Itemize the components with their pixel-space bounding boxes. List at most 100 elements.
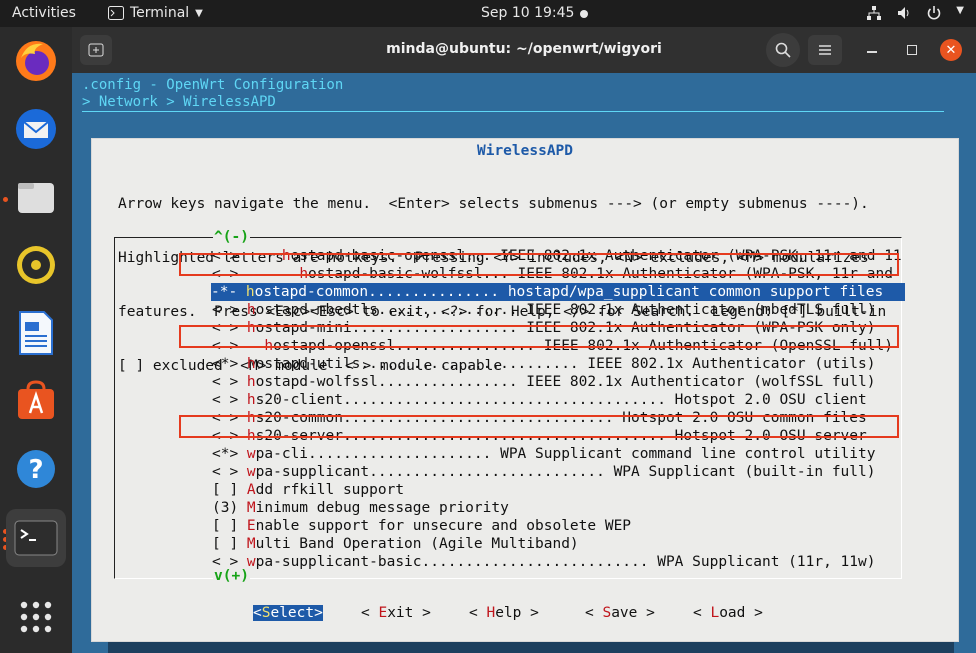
item-label: nable support for unsecure and obsolete …: [255, 518, 632, 534]
item-state: < >: [212, 392, 247, 408]
item-hotkey: A: [246, 482, 256, 498]
item-label: inimum debug message priority: [255, 500, 509, 516]
clock[interactable]: Sep 10 19:45: [481, 5, 574, 21]
help-icon[interactable]: ?: [12, 445, 60, 493]
software-center-icon[interactable]: [12, 377, 60, 425]
item-hotkey: M: [246, 500, 256, 516]
button-hk: E: [378, 605, 388, 621]
app-menu[interactable]: Terminal ▼: [108, 5, 203, 21]
running-indicator: [3, 197, 8, 202]
item-hotkey: h: [246, 356, 256, 372]
item-state: < >: [212, 464, 247, 480]
item-state: [ ]: [212, 518, 247, 534]
menu-item[interactable]: <*> hostapd-utils.......................…: [212, 355, 875, 373]
menu-item[interactable]: < > hostapd-mbedtls................ IEEE…: [212, 301, 875, 319]
rhythmbox-icon[interactable]: [12, 241, 60, 289]
button-post: oad >: [719, 605, 763, 621]
network-icon: [867, 6, 882, 20]
button-post: elect>: [270, 605, 323, 621]
menu-item[interactable]: [ ] Add rfkill support: [212, 481, 404, 499]
exit-button[interactable]: < Exit >: [361, 605, 431, 621]
scroll-up-indicator: ^(-): [213, 229, 250, 245]
button-pre: <: [469, 605, 487, 621]
power-icon: [928, 6, 941, 20]
button-hk: H: [486, 605, 496, 621]
item-hotkey: M: [246, 536, 256, 552]
item-state: <*>: [212, 446, 247, 462]
select-button[interactable]: <Select>: [253, 605, 323, 621]
button-post: ave >: [611, 605, 655, 621]
dock: ?: [0, 27, 72, 653]
minimize-button[interactable]: [856, 35, 888, 65]
top-bar: Activities Terminal ▼ Sep 10 19:45 ▼: [0, 0, 976, 27]
item-hotkey: E: [246, 518, 256, 534]
config-title: .config - OpenWrt Configuration: [82, 77, 344, 93]
notification-dot: [580, 10, 588, 18]
button-pre: <: [693, 605, 711, 621]
item-label: ostapd-wolfssl................ IEEE 802.…: [255, 374, 876, 390]
item-state: (3): [212, 500, 247, 516]
activities-button[interactable]: Activities: [12, 5, 76, 21]
item-label: pa-supplicant-basic.....................…: [255, 554, 876, 570]
libreoffice-writer-icon[interactable]: [12, 309, 60, 357]
maximize-button[interactable]: [896, 35, 928, 65]
header-divider: [82, 111, 944, 112]
item-state: < >: [212, 302, 247, 318]
terminal-app-icon: [108, 6, 124, 20]
button-pre: <: [253, 605, 262, 621]
load-button[interactable]: < Load >: [693, 605, 763, 621]
terminal-window: minda@ubuntu: ~/openwrt/wigyori ✕ .confi…: [72, 27, 976, 653]
button-pre: <: [361, 605, 379, 621]
volume-icon: [898, 7, 909, 19]
menu-item[interactable]: <*> wpa-cli..................... WPA Sup…: [212, 445, 875, 463]
menu-button[interactable]: [808, 35, 842, 65]
search-icon: [775, 42, 791, 58]
item-hotkey: w: [246, 464, 256, 480]
save-button[interactable]: < Save >: [585, 605, 655, 621]
files-icon[interactable]: [12, 173, 60, 221]
menu-item[interactable]: (3) Minimum debug message priority: [212, 499, 509, 517]
close-icon: ✕: [945, 42, 957, 58]
menuconfig-dialog: WirelessAPD Arrow keys navigate the menu…: [91, 138, 959, 642]
item-label: ulti Band Operation (Agile Multiband): [255, 536, 579, 552]
item-hotkey: w: [246, 446, 256, 462]
item-label: s20-client..............................…: [255, 392, 867, 408]
breadcrumb: > Network > WirelessAPD: [82, 94, 276, 110]
terminal-dock-icon[interactable]: [6, 509, 66, 567]
menu-item[interactable]: -*- hostapd-common............... hostap…: [211, 283, 905, 301]
menu-item[interactable]: [ ] Multi Band Operation (Agile Multiban…: [212, 535, 579, 553]
search-button[interactable]: [766, 33, 800, 67]
help-button[interactable]: < Help >: [469, 605, 539, 621]
item-label: ostapd-mbedtls................ IEEE 802.…: [255, 302, 876, 318]
hamburger-icon: [819, 45, 831, 55]
app-name: Terminal: [130, 5, 190, 21]
item-label: ostapd-utils......................... IE…: [255, 356, 876, 372]
show-applications-icon[interactable]: [12, 593, 60, 641]
thunderbird-icon[interactable]: [12, 105, 60, 153]
item-state: [ ]: [212, 536, 247, 552]
item-state: -*-: [211, 284, 246, 300]
firefox-icon[interactable]: [12, 37, 60, 85]
menu-item[interactable]: [ ] Enable support for unsecure and obso…: [212, 517, 631, 535]
menu-item[interactable]: < > hostapd-wolfssl................ IEEE…: [212, 373, 875, 391]
menu-item[interactable]: < > wpa-supplicant-basic................…: [212, 553, 875, 571]
item-hotkey: h: [246, 374, 256, 390]
close-button[interactable]: ✕: [940, 39, 962, 61]
button-hk: S: [602, 605, 612, 621]
chevron-down-icon: ▼: [956, 5, 964, 16]
menu-list[interactable]: ^(-) < > hostapd-basic-openssl... IEEE 8…: [114, 229, 905, 584]
button-hk: L: [710, 605, 720, 621]
terminal-content[interactable]: .config - OpenWrt Configuration > Networ…: [72, 73, 976, 653]
menu-item[interactable]: < > wpa-supplicant......................…: [212, 463, 875, 481]
menu-item[interactable]: < > hs20-client.........................…: [212, 391, 867, 409]
item-label: dd rfkill support: [255, 482, 405, 498]
svg-text:?: ?: [28, 455, 43, 485]
system-tray[interactable]: ▼: [866, 5, 964, 21]
item-state: [ ]: [212, 482, 247, 498]
button-post: xit >: [387, 605, 431, 621]
item-state: <*>: [212, 356, 247, 372]
button-post: elp >: [495, 605, 539, 621]
scroll-down-indicator: v(+): [213, 568, 250, 584]
title-bar[interactable]: minda@ubuntu: ~/openwrt/wigyori ✕: [72, 27, 976, 73]
item-state: < >: [212, 374, 247, 390]
